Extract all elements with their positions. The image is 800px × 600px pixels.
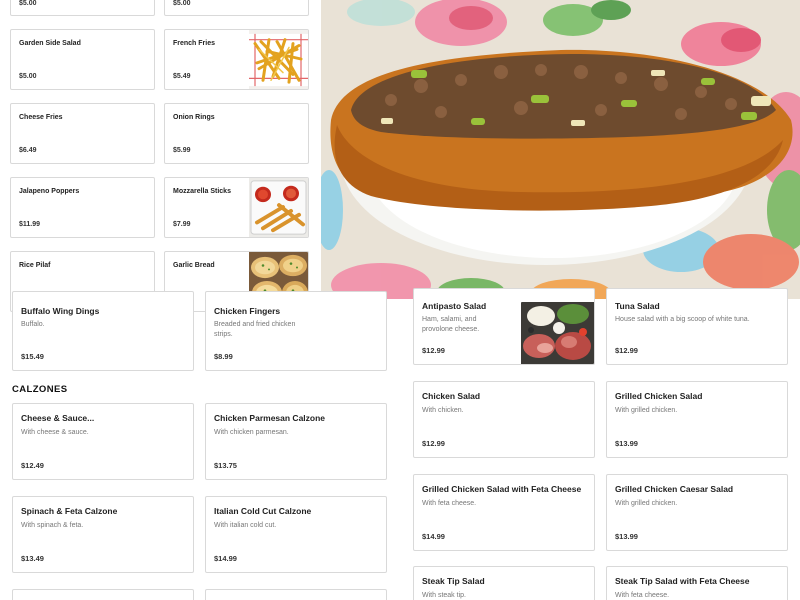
item-name: Rice Pilaf	[19, 262, 51, 269]
item-description: With grilled chicken.	[615, 500, 678, 507]
menu-item-card[interactable]: Chicken Parmesan Calzone With chicken pa…	[205, 403, 387, 480]
menu-item-card[interactable]: $5.00	[10, 0, 155, 16]
menu-item-card[interactable]: Tuna Salad House salad with a big scoop …	[606, 288, 788, 365]
item-name: Garden Side Salad	[19, 40, 81, 47]
item-description: With spinach & feta.	[21, 522, 84, 529]
menu-item-card[interactable]: Buffalo Wing Dings Buffalo. $15.49	[12, 291, 194, 371]
item-name: Grilled Chicken Caesar Salad	[615, 484, 734, 494]
item-name: Chicken Salad	[422, 391, 481, 401]
item-name: Spinach & Feta Calzone	[21, 506, 118, 516]
item-name: Italian Cold Cut Calzone	[214, 506, 312, 516]
item-price: $5.00	[173, 0, 191, 7]
item-description: With feta cheese.	[422, 500, 477, 507]
item-name: Cheese Fries	[19, 114, 63, 121]
mozzarella-sticks-image	[249, 178, 308, 237]
item-price: $14.99	[214, 554, 237, 563]
item-price: $12.49	[21, 461, 44, 470]
item-price: $14.99	[422, 532, 445, 541]
menu-item-card[interactable]: Cheese Fries $6.49	[10, 103, 155, 164]
menu-item-card[interactable]	[12, 589, 194, 600]
item-description: House salad with a big scoop of white tu…	[615, 316, 750, 323]
item-description: With chicken parmesan.	[214, 429, 289, 436]
item-description: Breaded and fried chicken strips.	[214, 321, 296, 338]
menu-item-card[interactable]: Cheese & Sauce... With cheese & sauce. $…	[12, 403, 194, 480]
item-price: $12.99	[615, 346, 638, 355]
menu-item-card[interactable]: $5.00	[164, 0, 309, 16]
menu-item-card[interactable]: Jalapeno Poppers $11.99	[10, 177, 155, 238]
item-name: Buffalo Wing Dings	[21, 306, 100, 316]
menu-item-card[interactable]: Grilled Chicken Caesar Salad With grille…	[606, 474, 788, 551]
item-price: $12.99	[422, 346, 445, 355]
item-price: $13.99	[615, 532, 638, 541]
item-price: $7.99	[173, 221, 191, 228]
item-price: $13.99	[615, 439, 638, 448]
item-price: $5.99	[173, 147, 191, 154]
menu-item-card[interactable]: Garden Side Salad $5.00	[10, 29, 155, 90]
item-name: Antipasto Salad	[422, 301, 487, 311]
item-description: With cheese & sauce.	[21, 429, 89, 436]
item-price: $11.99	[19, 221, 41, 228]
item-description: With grilled chicken.	[615, 407, 678, 414]
item-name: Cheese & Sauce...	[21, 413, 95, 423]
menu-item-card[interactable]: Onion Rings $5.99	[164, 103, 309, 164]
menu-item-card[interactable]: Chicken Salad With chicken. $12.99	[413, 381, 595, 458]
item-description: With feta cheese.	[615, 592, 670, 599]
item-price: $15.49	[21, 352, 44, 361]
menu-item-card[interactable]: Spinach & Feta Calzone With spinach & fe…	[12, 496, 194, 573]
item-name: Jalapeno Poppers	[19, 188, 80, 195]
item-price: $5.49	[173, 73, 191, 80]
menu-item-card[interactable]: Steak Tip Salad With steak tip.	[413, 566, 595, 600]
item-name: Chicken Parmesan Calzone	[214, 413, 326, 423]
menu-item-card[interactable]: Grilled Chicken Salad with Feta Cheese W…	[413, 474, 595, 551]
item-price: $13.49	[21, 554, 44, 563]
item-name: Mozzarella Sticks	[173, 188, 231, 195]
item-name: Garlic Bread	[173, 262, 215, 269]
item-description: Buffalo.	[21, 321, 45, 328]
item-name: Steak Tip Salad	[422, 576, 485, 586]
antipasto-salad-image	[521, 302, 594, 364]
menu-item-card[interactable]	[205, 589, 387, 600]
item-name: Onion Rings	[173, 114, 215, 121]
item-price: $5.00	[19, 0, 37, 7]
menu-item-card[interactable]: Mozzarella Sticks $7.99	[164, 177, 309, 238]
item-description: With chicken.	[422, 407, 464, 414]
item-description: Ham, salami, and provolone cheese.	[422, 316, 480, 333]
menu-item-card[interactable]: Italian Cold Cut Calzone With italian co…	[205, 496, 387, 573]
item-price: $8.99	[214, 352, 233, 361]
item-name: Chicken Fingers	[214, 306, 281, 316]
cheesesteak-hero-image	[321, 0, 800, 299]
menu-item-card[interactable]: Antipasto Salad Ham, salami, and provolo…	[413, 288, 595, 365]
section-title-calzones: CALZONES	[12, 384, 68, 395]
menu-item-card[interactable]: Grilled Chicken Salad With grilled chick…	[606, 381, 788, 458]
item-price: $13.75	[214, 461, 237, 470]
menu-item-card[interactable]: Chicken Fingers Breaded and fried chicke…	[205, 291, 387, 371]
item-price: $6.49	[19, 147, 37, 154]
menu-item-card[interactable]: French Fries $5.49	[164, 29, 309, 90]
item-name: Steak Tip Salad with Feta Cheese	[615, 576, 750, 586]
item-description: With italian cold cut.	[214, 522, 277, 529]
item-name: Grilled Chicken Salad with Feta Cheese	[422, 484, 582, 494]
item-name: Tuna Salad	[615, 301, 660, 311]
menu-item-card[interactable]: Steak Tip Salad with Feta Cheese With fe…	[606, 566, 788, 600]
item-price: $12.99	[422, 439, 445, 448]
item-name: Grilled Chicken Salad	[615, 391, 703, 401]
item-description: With steak tip.	[422, 592, 466, 599]
item-price: $5.00	[19, 73, 37, 80]
item-name: French Fries	[173, 40, 216, 47]
french-fries-image	[249, 30, 308, 89]
